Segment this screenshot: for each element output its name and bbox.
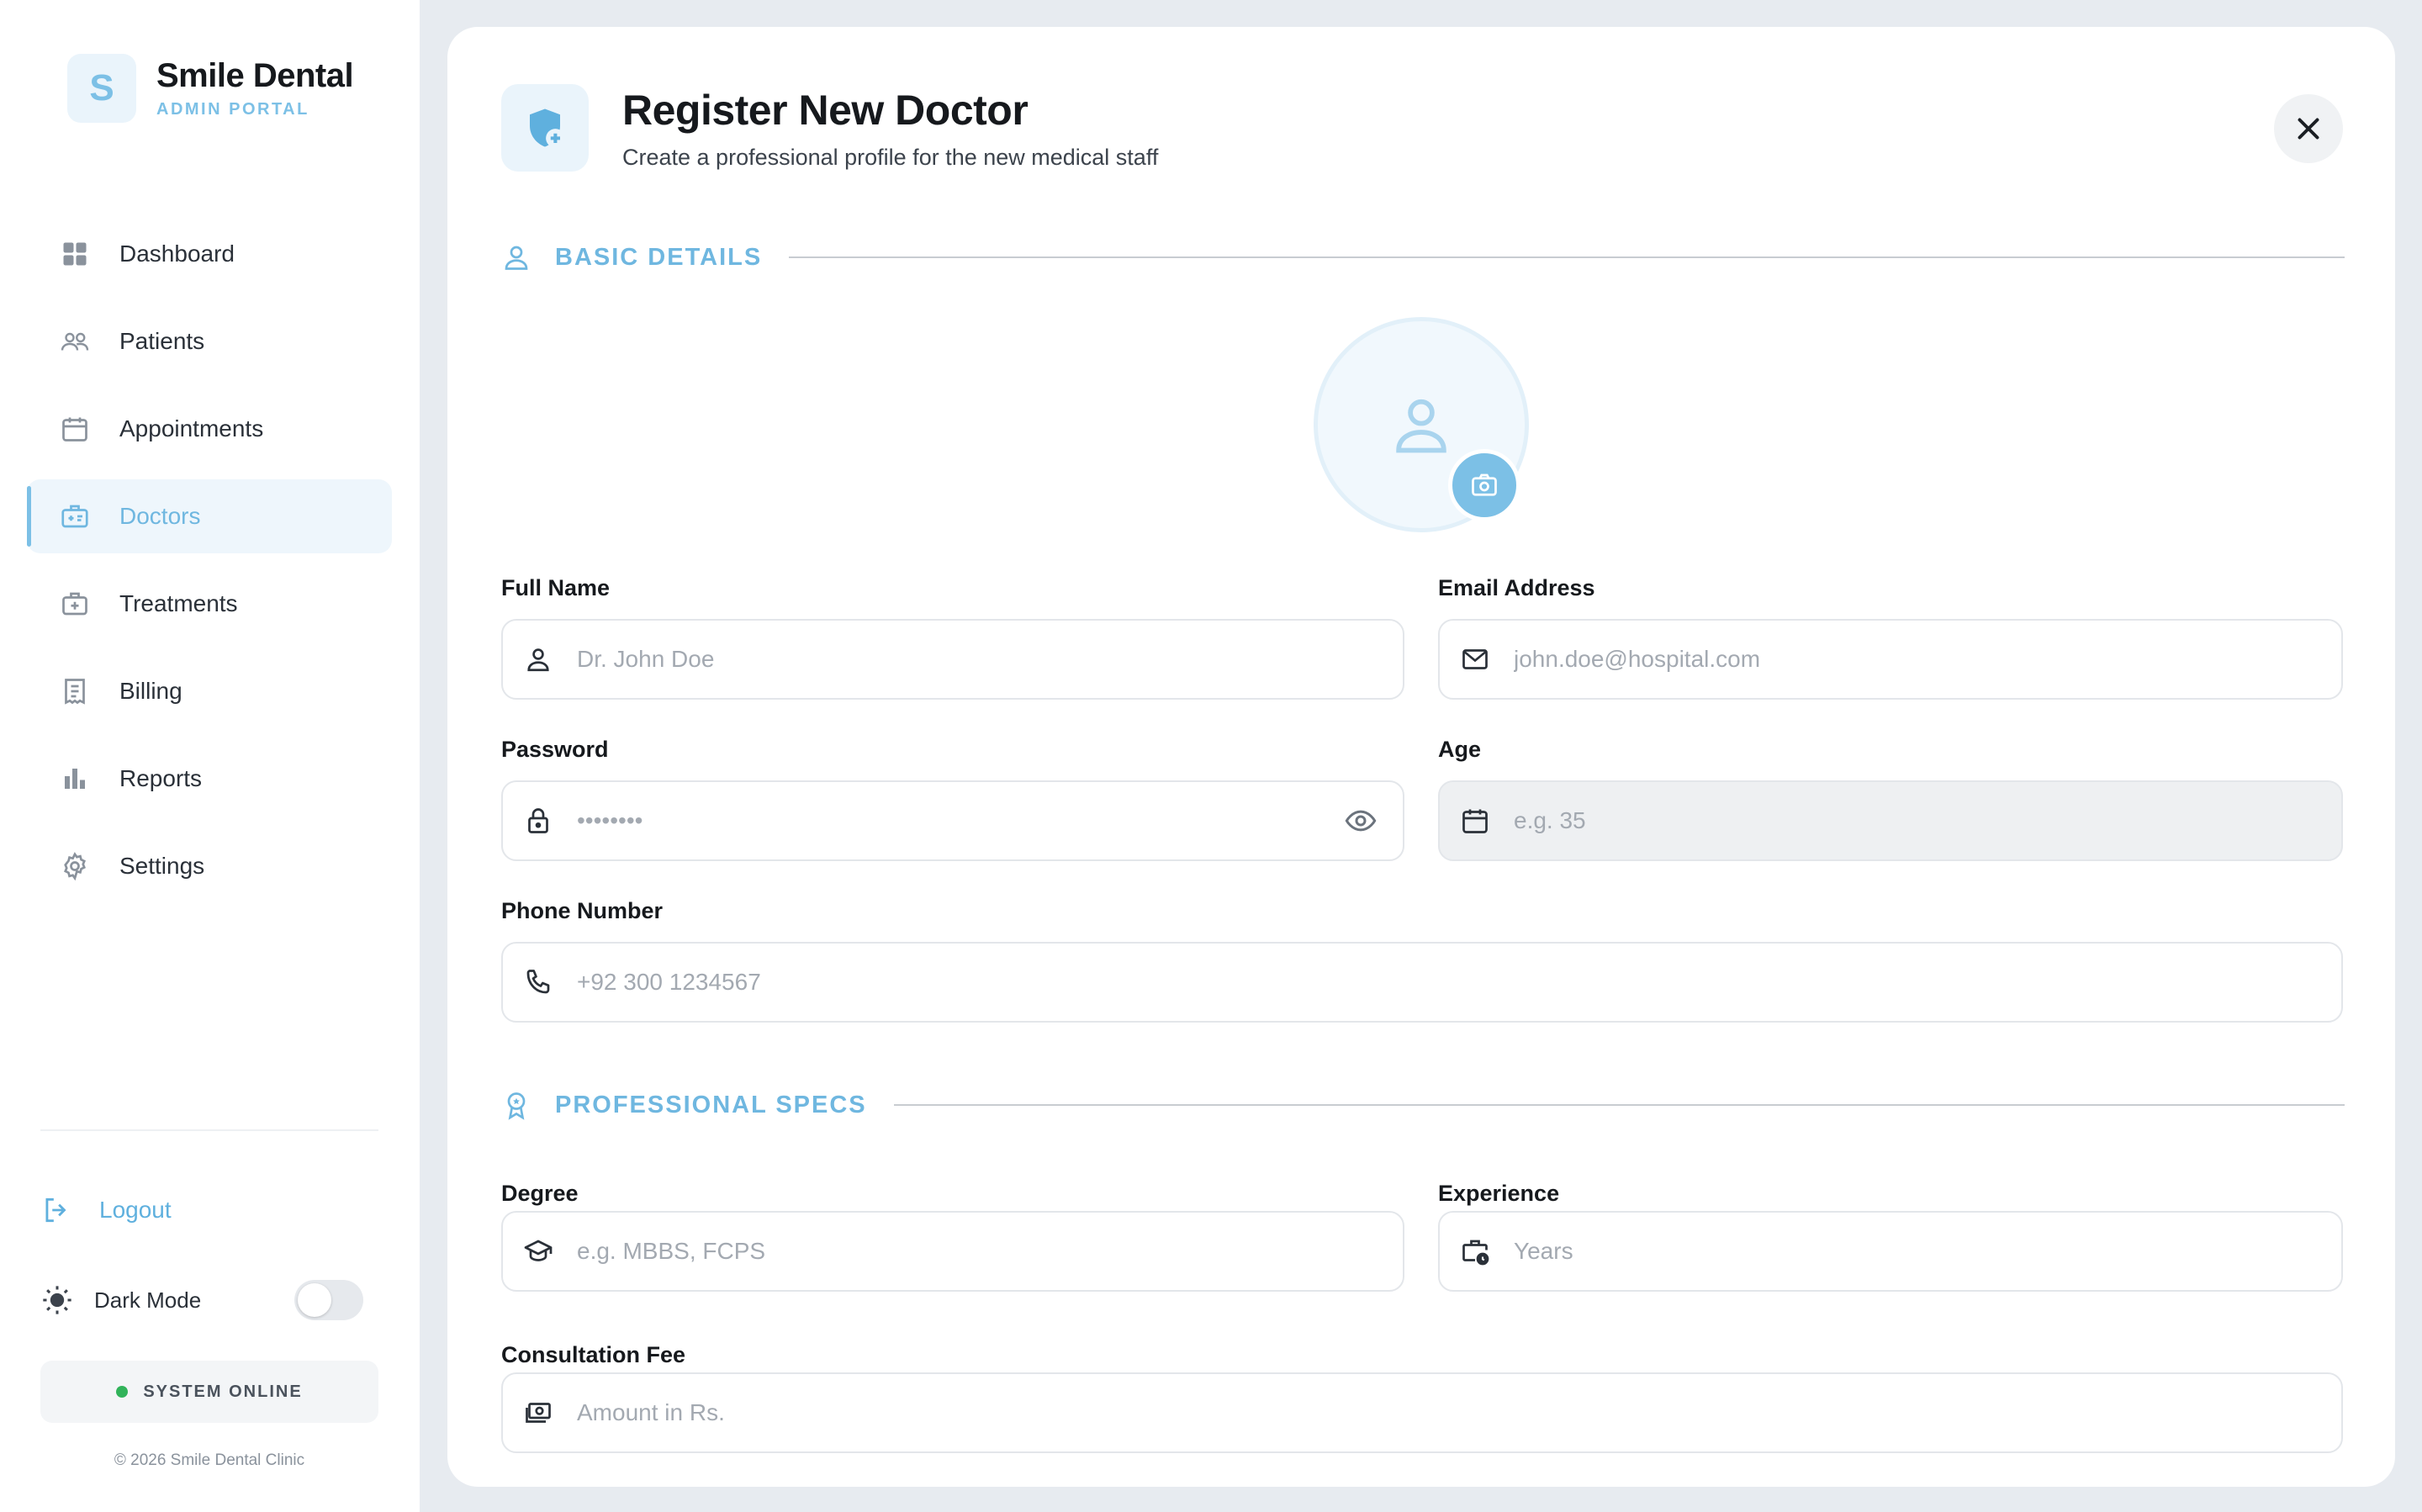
experience-label: Experience xyxy=(1438,1181,1560,1206)
system-status-badge: SYSTEM ONLINE xyxy=(40,1361,378,1423)
graduation-cap-icon xyxy=(521,1234,555,1268)
medical-case-icon xyxy=(59,588,91,620)
section-professional-specs: PROFESSIONAL SPECS xyxy=(501,1090,2345,1120)
close-button[interactable] xyxy=(2274,94,2343,163)
sun-icon xyxy=(43,1286,71,1314)
sidebar-item-appointments[interactable]: Appointments xyxy=(27,392,392,466)
section-title: PROFESSIONAL SPECS xyxy=(555,1091,867,1118)
age-label: Age xyxy=(1438,737,1482,762)
sidebar-item-patients[interactable]: Patients xyxy=(27,304,392,378)
sidebar-item-label: Appointments xyxy=(119,415,264,441)
receipt-icon xyxy=(59,675,91,707)
sidebar: S Smile Dental ADMIN PORTAL Dashboard Pa… xyxy=(0,0,420,1512)
calendar-icon xyxy=(1458,804,1492,838)
section-title: BASIC DETAILS xyxy=(555,243,763,271)
password-input[interactable] xyxy=(577,782,1342,859)
sidebar-item-label: Treatments xyxy=(119,590,238,616)
email-field[interactable] xyxy=(1438,619,2343,700)
avatar-placeholder-icon xyxy=(1396,399,1446,453)
sidebar-item-label: Dashboard xyxy=(119,241,235,267)
full-name-label: Full Name xyxy=(501,575,611,600)
sidebar-item-treatments[interactable]: Treatments xyxy=(27,567,392,641)
sidebar-item-label: Patients xyxy=(119,328,205,354)
sidebar-item-settings[interactable]: Settings xyxy=(27,829,392,903)
page-subtitle: Create a professional profile for the ne… xyxy=(622,145,1159,170)
gear-icon xyxy=(59,850,91,882)
dark-mode-toggle[interactable] xyxy=(294,1280,363,1320)
lock-icon xyxy=(521,804,555,838)
dark-mode-label: Dark Mode xyxy=(94,1287,202,1313)
calendar-icon xyxy=(59,413,91,445)
fee-label: Consultation Fee xyxy=(501,1342,686,1367)
sidebar-item-reports[interactable]: Reports xyxy=(27,742,392,816)
status-dot xyxy=(116,1386,129,1398)
brand-subtitle: ADMIN PORTAL xyxy=(156,100,309,119)
bar-chart-icon xyxy=(59,763,91,795)
logout-button[interactable]: Logout xyxy=(40,1194,172,1226)
age-input[interactable] xyxy=(1514,782,2341,859)
dark-mode-row: Dark Mode xyxy=(40,1280,363,1320)
experience-field[interactable] xyxy=(1438,1211,2343,1292)
logout-label: Logout xyxy=(99,1197,172,1223)
sidebar-item-dashboard[interactable]: Dashboard xyxy=(27,217,392,291)
section-basic-details: BASIC DETAILS xyxy=(501,242,2345,272)
sidebar-item-label: Doctors xyxy=(119,503,201,529)
sidebar-divider xyxy=(40,1129,378,1131)
camera-icon xyxy=(1472,473,1497,496)
logout-icon xyxy=(45,1197,66,1223)
fee-input[interactable] xyxy=(577,1374,2341,1451)
mail-icon xyxy=(1458,642,1492,676)
user-icon xyxy=(521,642,555,676)
sidebar-item-label: Reports xyxy=(119,765,203,791)
section-divider xyxy=(789,256,2345,258)
password-label: Password xyxy=(501,737,609,762)
degree-input[interactable] xyxy=(577,1213,1403,1290)
shield-plus-icon xyxy=(501,84,589,172)
age-field[interactable] xyxy=(1438,780,2343,861)
degree-field[interactable] xyxy=(501,1211,1404,1292)
sidebar-item-doctors[interactable]: Doctors xyxy=(27,479,392,553)
brand: S Smile Dental ADMIN PORTAL xyxy=(67,54,354,123)
grid-icon xyxy=(59,238,91,270)
full-name-field[interactable] xyxy=(501,619,1404,700)
experience-input[interactable] xyxy=(1514,1213,2341,1290)
password-field[interactable] xyxy=(501,780,1404,861)
phone-input[interactable] xyxy=(577,944,2341,1021)
degree-label: Degree xyxy=(501,1181,579,1206)
section-divider xyxy=(893,1104,2345,1106)
system-status-text: SYSTEM ONLINE xyxy=(143,1382,303,1401)
sidebar-item-billing[interactable]: Billing xyxy=(27,654,392,728)
sidebar-item-label: Settings xyxy=(119,853,205,879)
briefcase-clock-icon xyxy=(1458,1234,1492,1268)
phone-icon xyxy=(521,965,555,999)
close-icon xyxy=(2298,118,2319,140)
copyright: © 2026 Smile Dental Clinic xyxy=(114,1451,305,1469)
fee-field[interactable] xyxy=(501,1372,2343,1453)
medical-id-icon xyxy=(59,500,91,532)
register-doctor-card: Register New Doctor Create a professiona… xyxy=(447,27,2395,1487)
show-password-icon[interactable] xyxy=(1342,802,1379,839)
email-input[interactable] xyxy=(1514,621,2341,698)
upload-photo-button[interactable] xyxy=(1448,449,1520,521)
award-icon xyxy=(507,1092,526,1120)
phone-field[interactable] xyxy=(501,942,2343,1023)
brand-name: Smile Dental xyxy=(156,57,354,94)
sidebar-item-label: Billing xyxy=(119,678,182,704)
full-name-input[interactable] xyxy=(577,621,1403,698)
sidebar-nav: Dashboard Patients Appointments Doctors … xyxy=(27,217,392,917)
user-icon xyxy=(505,246,528,270)
cash-icon xyxy=(521,1396,555,1430)
users-icon xyxy=(59,325,91,357)
email-label: Email Address xyxy=(1438,575,1595,600)
brand-logo: S xyxy=(67,54,136,123)
phone-label: Phone Number xyxy=(501,898,664,923)
page-title: Register New Doctor xyxy=(622,87,1029,134)
